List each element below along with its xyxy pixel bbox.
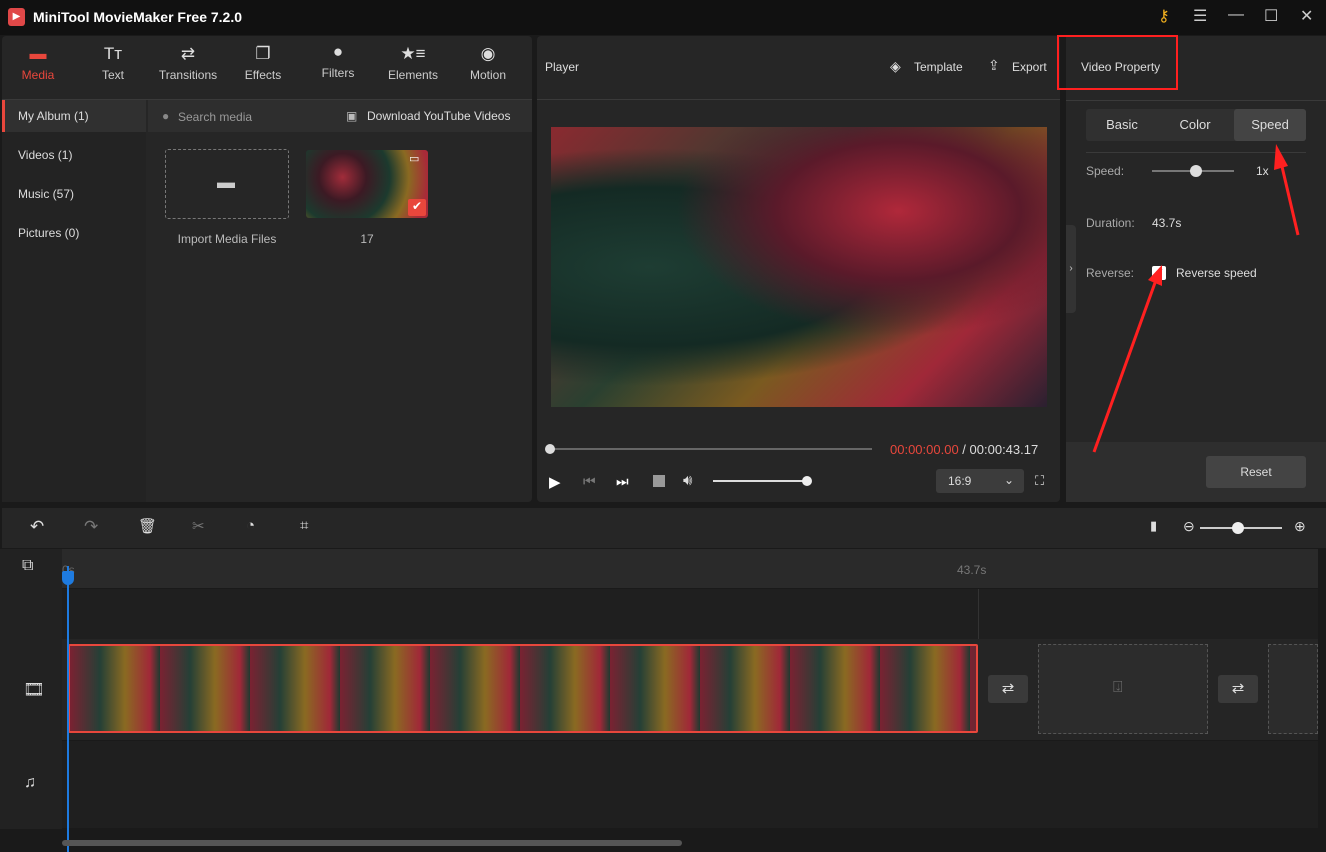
sidebar-item-music[interactable]: Music (57) <box>2 178 146 210</box>
search-icon: ● <box>162 109 170 123</box>
tab-motion[interactable]: ◉ Motion <box>453 44 523 82</box>
progress-handle[interactable] <box>545 444 555 454</box>
chevron-down-icon: ⌄ <box>1003 473 1014 487</box>
export-icon: ⇪ <box>988 57 1000 73</box>
sidebar-item-my-album[interactable]: My Album (1) <box>2 100 146 132</box>
divider <box>1066 100 1326 101</box>
key-icon[interactable]: ⚷ <box>1158 6 1170 26</box>
horizontal-scrollbar[interactable] <box>62 840 682 846</box>
music-icon: ♫ <box>24 774 36 791</box>
film-icon: 🎞︎ <box>23 680 45 699</box>
folder-icon: ▬ <box>29 44 47 63</box>
playhead[interactable] <box>67 566 69 852</box>
clip-label: 17 <box>360 232 374 246</box>
delete-icon[interactable]: 🗑︎ <box>138 517 157 535</box>
volume-handle[interactable] <box>802 476 812 486</box>
volume-slider[interactable] <box>713 480 807 482</box>
redo-icon[interactable]: ↷ <box>84 517 98 537</box>
tab-effects[interactable]: ❐ Effects <box>228 44 298 82</box>
add-track-icon[interactable]: ⧉ <box>22 557 33 575</box>
crop-icon[interactable]: ⌗ <box>300 517 308 534</box>
volume-icon[interactable]: 🔊︎ <box>683 472 692 489</box>
playhead-handle[interactable] <box>62 571 74 585</box>
annotation-box <box>1057 35 1178 90</box>
total-time: 00:00:43.17 <box>969 442 1039 457</box>
drop-zone[interactable]: ⍗ <box>1038 644 1208 734</box>
play-icon[interactable]: ▶ <box>549 473 561 491</box>
minimize-icon[interactable]: — <box>1228 6 1244 24</box>
fit-timeline-icon[interactable]: ▮ <box>1150 518 1157 534</box>
transition-swap-icon[interactable]: ⇄ <box>1218 675 1258 703</box>
sidebar-item-pictures[interactable]: Pictures (0) <box>2 217 146 249</box>
zoom-in-icon[interactable]: ⊕ <box>1294 518 1306 535</box>
download-youtube-button[interactable]: Download YouTube Videos <box>367 109 510 123</box>
motion-icon: ◉ <box>480 44 496 63</box>
zoom-handle[interactable] <box>1232 522 1244 534</box>
template-button[interactable]: Template <box>914 60 963 74</box>
import-label: Import Media Files <box>177 232 277 246</box>
current-time: 00:00:00.00 <box>890 442 959 457</box>
download-icon: ⍗ <box>1113 679 1123 696</box>
folder-icon: ▬ <box>217 172 235 192</box>
tab-text[interactable]: Tт Text <box>78 44 148 82</box>
app-logo-icon: ▶ <box>8 8 25 26</box>
speed-icon[interactable]: ◔ <box>246 517 255 534</box>
tab-elements[interactable]: ★≡ Elements <box>378 44 448 82</box>
empty-track <box>62 589 1318 639</box>
undo-icon[interactable]: ↶ <box>30 517 44 537</box>
annotation-arrows <box>1092 144 1300 453</box>
export-button[interactable]: Export <box>1012 60 1047 74</box>
tab-media[interactable]: ▬ Media <box>3 44 73 82</box>
next-frame-icon[interactable]: ⏭ <box>616 473 629 490</box>
ruler-end: 43.7s <box>957 563 987 577</box>
divider <box>537 99 1060 100</box>
tab-filters[interactable]: ● Filters <box>303 42 373 80</box>
end-marker <box>978 589 979 639</box>
effects-icon: ❐ <box>255 44 271 63</box>
youtube-icon: ▣ <box>346 109 358 123</box>
drop-zone[interactable] <box>1268 644 1318 734</box>
text-icon: Tт <box>103 44 123 63</box>
split-icon[interactable]: ✂ <box>192 517 205 535</box>
filters-icon: ● <box>332 42 344 61</box>
tab-transitions[interactable]: ⇄ Transitions <box>153 44 223 82</box>
close-icon[interactable]: ✕ <box>1300 6 1313 26</box>
album-sidebar: My Album (1) Videos (1) Music (57) Pictu… <box>2 100 146 502</box>
elements-icon: ★≡ <box>400 44 426 63</box>
progress-bar[interactable] <box>550 448 872 450</box>
video-clip[interactable] <box>68 644 978 733</box>
zoom-out-icon[interactable]: ⊖ <box>1183 518 1195 535</box>
search-input[interactable]: Search media <box>178 110 252 124</box>
menu-icon[interactable]: ☰ <box>1193 6 1207 26</box>
transitions-icon: ⇄ <box>180 44 196 63</box>
player-title: Player <box>545 60 580 74</box>
audio-track <box>62 741 1318 828</box>
aspect-ratio-select[interactable]: 16:9 ⌄ <box>936 469 1024 493</box>
sidebar-item-videos[interactable]: Videos (1) <box>2 139 146 171</box>
previous-frame-icon[interactable]: ⏮ <box>583 473 596 490</box>
stop-icon[interactable] <box>653 475 665 487</box>
time-separator: / <box>958 442 970 457</box>
video-camera-icon: ▭ <box>409 153 420 165</box>
time-ruler[interactable] <box>62 549 1318 588</box>
app-title: MiniTool MovieMaker Free 7.2.0 <box>33 9 243 25</box>
layers-icon: ◈ <box>890 58 901 74</box>
aspect-value: 16:9 <box>948 474 972 488</box>
collapse-panel-icon[interactable]: › <box>1066 225 1076 313</box>
fullscreen-icon[interactable]: ⛶ <box>1035 473 1044 489</box>
checkmark-icon: ✔ <box>408 199 426 216</box>
maximize-icon[interactable]: ☐ <box>1264 6 1278 26</box>
reset-button[interactable]: Reset <box>1206 456 1306 488</box>
video-preview <box>551 127 1047 407</box>
import-media-button[interactable]: ▬ <box>165 149 289 219</box>
transition-swap-icon[interactable]: ⇄ <box>988 675 1028 703</box>
